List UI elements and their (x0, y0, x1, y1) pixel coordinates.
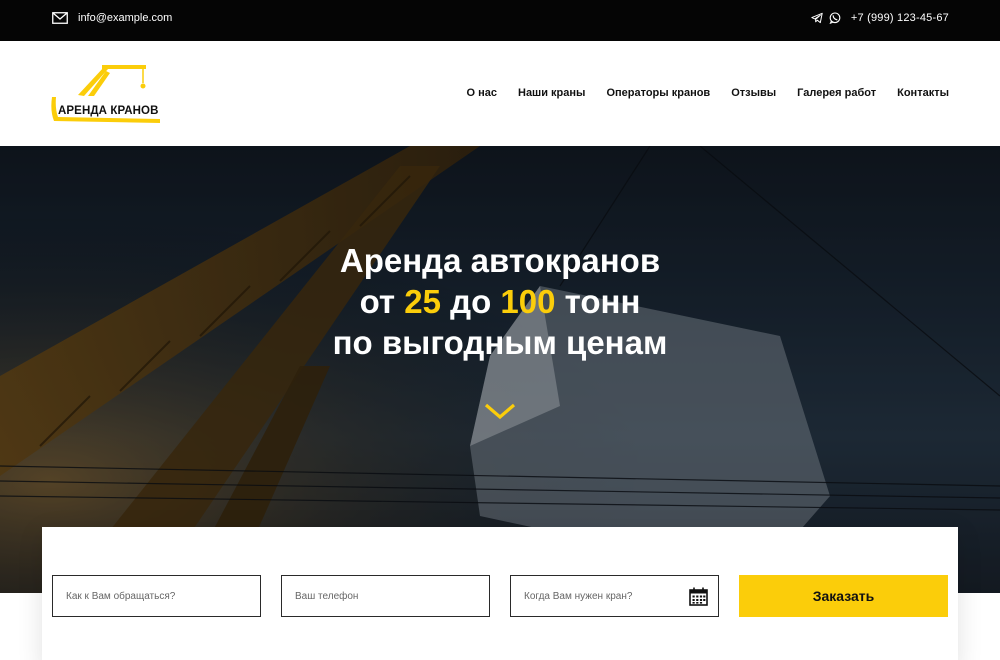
main-nav: О нас Наши краны Операторы кранов Отзывы… (467, 87, 950, 99)
hero-line-1: Аренда автокранов (339, 242, 661, 279)
order-form: Заказать (42, 527, 958, 660)
nav-item-contacts[interactable]: Контакты (897, 87, 949, 99)
chevron-down-icon[interactable] (484, 403, 516, 421)
mail-icon (52, 12, 68, 24)
nav-item-operators[interactable]: Операторы кранов (606, 87, 710, 99)
name-input[interactable] (52, 575, 261, 617)
phone-input[interactable] (281, 575, 490, 617)
site-header: АРЕНДА КРАНОВ О нас Наши краны Операторы… (0, 41, 1000, 146)
hero-background-image (0, 146, 1000, 593)
nav-item-about[interactable]: О нас (467, 87, 498, 99)
nav-item-cranes[interactable]: Наши краны (518, 87, 585, 99)
date-input[interactable] (510, 575, 719, 617)
hero-section: Аренда автокранов от 25 до 100 тонн по в… (0, 146, 1000, 593)
nav-item-gallery[interactable]: Галерея работ (797, 87, 876, 99)
order-submit-button[interactable]: Заказать (739, 575, 948, 617)
telegram-icon[interactable] (811, 12, 823, 24)
hero-line-2: от 25 до 100 тонн (359, 283, 641, 320)
whatsapp-icon[interactable] (829, 12, 841, 24)
hero-line-3: по выгодным ценам (332, 324, 668, 361)
nav-item-reviews[interactable]: Отзывы (731, 87, 776, 99)
capacity-min: 25 (404, 283, 441, 320)
email-contact[interactable]: info@example.com (52, 12, 172, 24)
phone-contacts: +7 (999) 123-45-67 (811, 12, 949, 24)
phone-number[interactable]: +7 (999) 123-45-67 (851, 12, 949, 24)
top-bar: info@example.com +7 (999) 123-45-67 (0, 0, 1000, 41)
logo-text: АРЕНДА КРАНОВ (58, 105, 159, 117)
capacity-max: 100 (500, 283, 556, 320)
crane-logo-icon[interactable] (48, 63, 164, 127)
hero-title: Аренда автокранов от 25 до 100 тонн по в… (0, 240, 1000, 363)
email-text[interactable]: info@example.com (78, 12, 172, 24)
calendar-icon[interactable] (689, 587, 708, 606)
